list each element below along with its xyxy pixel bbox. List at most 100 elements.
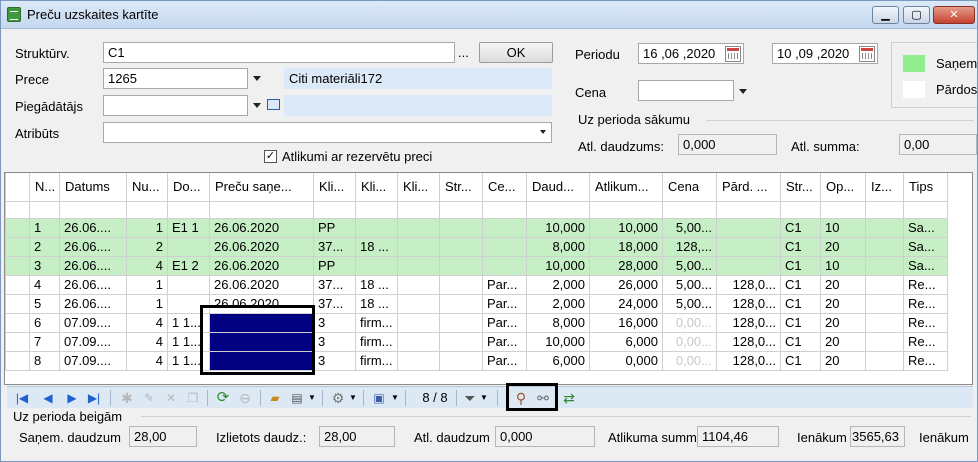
table-row[interactable]: 3 26.06.... 4 E1 2 26.06.2020 PP 10,000 28,000 5… — [5, 255, 948, 276]
table-cell[interactable]: C1 — [780, 255, 821, 276]
table-row[interactable]: 6 07.09.... 4 1 1... 3 firm... Par... 8,000 16,0… — [5, 312, 948, 333]
table-cell[interactable] — [716, 236, 781, 257]
table-cell[interactable] — [482, 255, 527, 276]
next-icon[interactable]: ▶ — [65, 390, 79, 406]
rezerv-checkbox[interactable]: ✓ — [264, 150, 277, 163]
column-header[interactable]: Op... — [820, 173, 866, 202]
row-indicator[interactable] — [5, 331, 30, 352]
open-icon[interactable]: ▰ — [267, 390, 283, 406]
column-header[interactable]: Nu... — [126, 173, 168, 202]
column-header[interactable]: Iz... — [865, 173, 904, 202]
table-cell[interactable]: 20 — [820, 350, 866, 371]
table-cell[interactable] — [355, 255, 398, 276]
column-header[interactable]: Tips — [903, 173, 948, 202]
filter-cell[interactable] — [780, 200, 821, 219]
table-cell[interactable]: Re... — [903, 312, 948, 333]
table-cell[interactable]: 6,000 — [526, 350, 590, 371]
column-header[interactable]: Str... — [780, 173, 821, 202]
table-cell[interactable]: 5,00... — [662, 255, 717, 276]
table-cell[interactable]: C1 — [780, 350, 821, 371]
filter-cell[interactable] — [439, 200, 483, 219]
table-cell[interactable]: Re... — [903, 274, 948, 295]
book-icon[interactable] — [267, 99, 280, 110]
table-cell[interactable]: 128,0... — [716, 312, 781, 333]
save-icon[interactable]: ▣ — [371, 390, 387, 406]
add-icon[interactable]: ✱ — [119, 390, 135, 406]
table-cell[interactable]: 6 — [29, 312, 60, 333]
table-cell[interactable]: 1 — [126, 274, 168, 295]
transfer-icon[interactable]: ⇄ — [560, 390, 578, 406]
filter-cell[interactable] — [5, 200, 30, 219]
table-cell[interactable]: Par... — [482, 293, 527, 314]
table-cell[interactable]: 2 — [29, 236, 60, 257]
table-cell[interactable]: Sa... — [903, 255, 948, 276]
settings-icon[interactable]: ⚙ — [330, 390, 346, 406]
cena-dropdown-icon[interactable] — [739, 89, 747, 94]
table-cell[interactable] — [439, 236, 483, 257]
settings-dropdown-icon[interactable]: ▼ — [348, 390, 358, 406]
table-cell[interactable]: 8 — [29, 350, 60, 371]
table-cell[interactable]: 26.06.... — [59, 255, 127, 276]
table-cell[interactable]: 3 — [313, 350, 356, 371]
table-cell[interactable] — [397, 274, 440, 295]
table-cell[interactable] — [439, 274, 483, 295]
filter-cell[interactable] — [29, 200, 60, 219]
table-cell[interactable]: 10,000 — [526, 331, 590, 352]
table-cell[interactable]: 10 — [820, 217, 866, 238]
print-dropdown-icon[interactable]: ▼ — [307, 390, 317, 406]
table-cell[interactable]: PP — [313, 217, 356, 238]
table-cell[interactable] — [167, 274, 210, 295]
data-grid[interactable]: N... Datums Nu... Do... Preču saņe... Kli... K… — [4, 172, 973, 385]
table-cell[interactable]: 37... — [313, 274, 356, 295]
table-cell[interactable] — [439, 217, 483, 238]
filter-dropdown-icon[interactable]: ▼ — [479, 390, 489, 406]
table-cell[interactable]: 1 1... — [167, 312, 210, 333]
table-cell[interactable]: 10,000 — [526, 255, 590, 276]
table-cell[interactable]: 2,000 — [526, 293, 590, 314]
column-header[interactable]: Atlikum... — [589, 173, 663, 202]
atributs-input[interactable] — [103, 122, 552, 143]
filter-cell[interactable] — [526, 200, 590, 219]
table-cell[interactable]: Sa... — [903, 236, 948, 257]
table-cell[interactable]: 5,00... — [662, 274, 717, 295]
table-cell[interactable]: 3 — [313, 312, 356, 333]
column-header[interactable]: Kli... — [313, 173, 356, 202]
table-cell[interactable] — [482, 236, 527, 257]
atributs-dropdown-icon[interactable] — [540, 130, 546, 134]
table-cell[interactable]: 0,000 — [589, 350, 663, 371]
table-cell[interactable]: 10 — [820, 255, 866, 276]
filter-cell[interactable] — [167, 200, 210, 219]
row-indicator[interactable] — [5, 293, 30, 314]
cancel-icon[interactable]: ⊖ — [237, 390, 253, 406]
print-icon[interactable]: ▤ — [289, 390, 305, 406]
table-row[interactable]: 8 07.09.... 4 1 1... 3 firm... Par... 6,000 0,00… — [5, 350, 948, 371]
filter-cell[interactable] — [397, 200, 440, 219]
row-indicator[interactable] — [5, 217, 30, 238]
delete-icon[interactable]: ✕ — [163, 390, 179, 406]
table-cell[interactable]: C1 — [780, 217, 821, 238]
table-cell[interactable]: 26.06.... — [59, 236, 127, 257]
calendar-to-icon[interactable] — [859, 46, 875, 62]
table-cell[interactable]: Re... — [903, 350, 948, 371]
table-cell[interactable]: 18 ... — [355, 293, 398, 314]
filter-cell[interactable] — [355, 200, 398, 219]
copy-icon[interactable]: ❐ — [185, 390, 201, 406]
filter-cell[interactable] — [662, 200, 717, 219]
table-cell[interactable] — [167, 293, 210, 314]
table-cell[interactable]: 3 — [29, 255, 60, 276]
table-cell[interactable]: 1 1... — [167, 350, 210, 371]
table-cell[interactable] — [865, 331, 904, 352]
table-cell[interactable]: E1 1 — [167, 217, 210, 238]
table-cell[interactable]: 07.09.... — [59, 312, 127, 333]
table-cell[interactable]: 1 — [29, 217, 60, 238]
table-cell[interactable]: Sa... — [903, 217, 948, 238]
table-cell[interactable]: 20 — [820, 274, 866, 295]
table-cell[interactable] — [865, 293, 904, 314]
table-cell[interactable]: 8,000 — [526, 312, 590, 333]
row-indicator[interactable] — [5, 274, 30, 295]
column-header[interactable]: Pārd. ... — [716, 173, 781, 202]
first-icon[interactable]: |◀ — [15, 390, 29, 406]
table-cell[interactable]: 5,00... — [662, 217, 717, 238]
table-cell[interactable]: 8,000 — [526, 236, 590, 257]
filter-cell[interactable] — [482, 200, 527, 219]
